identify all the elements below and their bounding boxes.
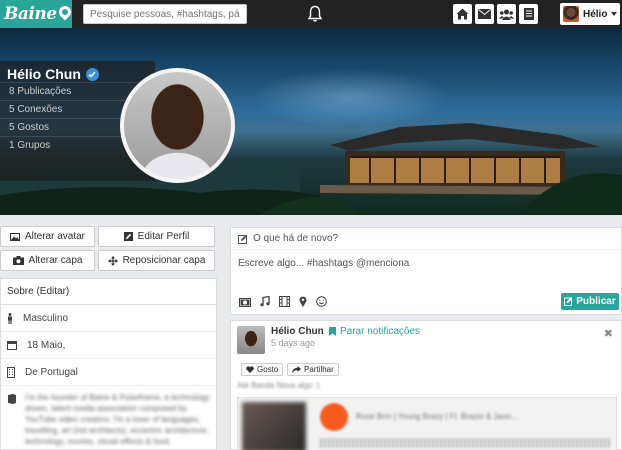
camera-icon[interactable] bbox=[239, 297, 251, 307]
verified-badge-icon bbox=[85, 67, 99, 81]
post-separator: · bbox=[320, 326, 324, 337]
app-logo[interactable]: Baine bbox=[0, 0, 74, 28]
search-input[interactable] bbox=[83, 4, 247, 24]
book-icon bbox=[8, 394, 16, 404]
composer-text-input[interactable]: Escreve algo... #hashtags @menciona bbox=[231, 250, 621, 290]
change-cover-label: Alterar capa bbox=[28, 255, 83, 266]
notifications-bell-icon[interactable] bbox=[307, 5, 323, 23]
share-icon bbox=[292, 366, 301, 373]
about-bio: I'm the founder of Baine & Pulseframe, a… bbox=[25, 393, 210, 446]
move-icon bbox=[107, 255, 118, 266]
about-header[interactable]: Sobre (Editar) bbox=[1, 279, 216, 305]
logo-pin-icon bbox=[56, 3, 74, 21]
feed-post: Hélio Chun · Parar notificações 5 days a… bbox=[230, 320, 622, 450]
publish-label: Publicar bbox=[576, 296, 616, 307]
male-icon bbox=[8, 312, 12, 324]
audio-waveform[interactable] bbox=[320, 438, 610, 448]
edit-profile-label: Editar Perfil bbox=[137, 231, 190, 242]
profile-avatar[interactable] bbox=[120, 68, 235, 183]
post-timestamp[interactable]: 5 days ago bbox=[271, 338, 315, 348]
change-avatar-button[interactable]: Alterar avatar bbox=[0, 226, 95, 247]
smiley-icon[interactable] bbox=[316, 296, 327, 307]
profile-name-row: Hélio Chun bbox=[0, 61, 155, 82]
share-label: Partilhar bbox=[304, 365, 334, 374]
like-label: Gosto bbox=[257, 365, 279, 374]
about-birthday: 18 Maio, bbox=[27, 339, 66, 351]
calendar-icon bbox=[7, 341, 17, 350]
cover-photo: Hélio Chun 8 Publicações 5 Conexões 5 Go… bbox=[0, 28, 622, 215]
top-navbar: Baine Hélio bbox=[0, 0, 622, 28]
edit-icon bbox=[238, 234, 248, 244]
close-icon[interactable]: ✖ bbox=[604, 327, 613, 340]
heart-icon bbox=[246, 366, 254, 373]
mail-icon bbox=[478, 9, 491, 19]
play-icon[interactable] bbox=[320, 403, 348, 431]
about-gender: Masculino bbox=[23, 312, 69, 324]
users-icon bbox=[499, 9, 514, 20]
change-cover-button[interactable]: Alterar capa bbox=[0, 250, 95, 271]
home-button[interactable] bbox=[453, 4, 472, 24]
pages-button[interactable] bbox=[519, 4, 538, 24]
connections-button[interactable] bbox=[497, 4, 516, 24]
user-menu-button[interactable]: Hélio bbox=[560, 3, 620, 25]
change-avatar-label: Alterar avatar bbox=[24, 231, 86, 242]
building-icon bbox=[7, 366, 15, 378]
user-avatar bbox=[563, 6, 579, 22]
edit-icon bbox=[564, 297, 573, 306]
media-embed[interactable]: Rose Brm | Young Brazy | Ft. Brazio & Ja… bbox=[237, 397, 617, 450]
about-gender-row: Masculino bbox=[1, 305, 216, 332]
about-bio-row: I'm the founder of Baine & Pulseframe, a… bbox=[1, 386, 216, 447]
document-icon bbox=[523, 8, 534, 20]
about-section: Sobre (Editar) Masculino 18 Maio, De Por… bbox=[0, 278, 217, 450]
stop-notifications-link[interactable]: Parar notificações bbox=[329, 326, 420, 337]
share-button[interactable]: Partilhar bbox=[287, 363, 339, 376]
like-button[interactable]: Gosto bbox=[241, 363, 284, 376]
home-icon bbox=[456, 8, 469, 20]
logo-text: Baine bbox=[4, 4, 57, 24]
embed-thumbnail bbox=[242, 402, 306, 450]
location-pin-icon[interactable] bbox=[299, 296, 307, 307]
reposition-cover-label: Reposicionar capa bbox=[122, 255, 206, 266]
chevron-down-icon bbox=[611, 12, 618, 16]
top-icon-group bbox=[453, 4, 538, 24]
user-name: Hélio bbox=[583, 8, 608, 20]
post-text: Até Banda Nova algo :) bbox=[237, 381, 320, 390]
composer-prompt: O que há de novo? bbox=[253, 233, 339, 244]
film-icon[interactable] bbox=[279, 296, 290, 307]
reposition-cover-button[interactable]: Reposicionar capa bbox=[98, 250, 215, 271]
edit-profile-button[interactable]: Editar Perfil bbox=[98, 226, 215, 247]
embed-title: Rose Brm | Young Brazy | Ft. Brazio & Ja… bbox=[356, 412, 518, 421]
edit-icon bbox=[123, 232, 133, 241]
about-origin-row: De Portugal bbox=[1, 359, 216, 386]
bookmark-icon bbox=[329, 327, 336, 336]
composer-header: O que há de novo? bbox=[231, 228, 621, 250]
messages-button[interactable] bbox=[475, 4, 494, 24]
about-origin: De Portugal bbox=[25, 366, 78, 378]
profile-name[interactable]: Hélio Chun bbox=[7, 66, 81, 82]
music-icon[interactable] bbox=[260, 296, 270, 307]
about-birthday-row: 18 Maio, bbox=[1, 332, 216, 359]
stop-notifications-label: Parar notificações bbox=[340, 326, 421, 337]
image-icon bbox=[9, 232, 20, 241]
post-composer: O que há de novo? Escreve algo... #hasht… bbox=[230, 227, 622, 315]
post-author[interactable]: Hélio Chun bbox=[271, 326, 324, 337]
camera-icon bbox=[12, 256, 24, 265]
publish-button[interactable]: Publicar bbox=[561, 293, 619, 310]
post-author-avatar[interactable] bbox=[237, 326, 265, 354]
